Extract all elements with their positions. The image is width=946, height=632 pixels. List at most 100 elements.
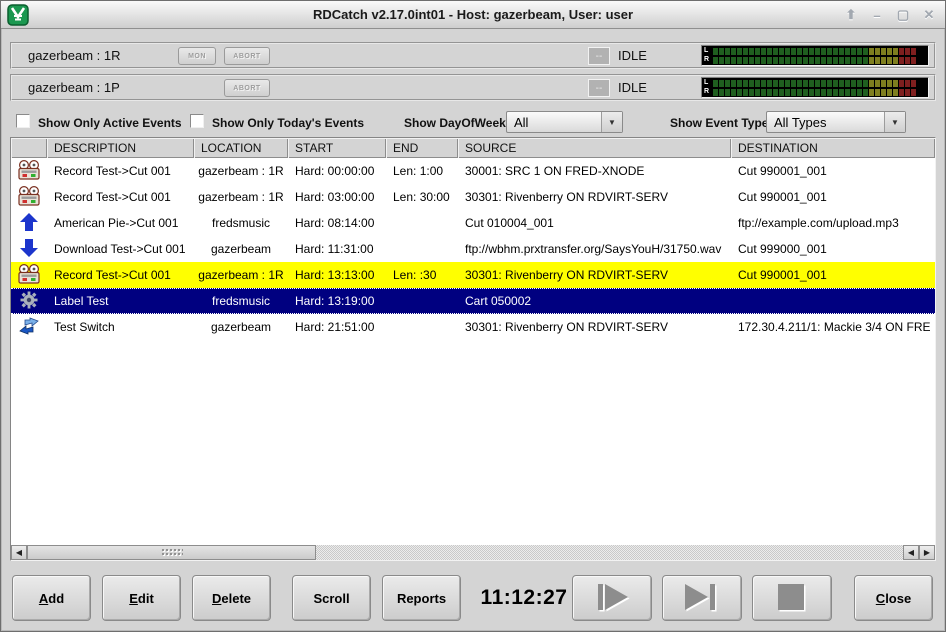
maximize-button[interactable]: ▢ (895, 7, 911, 23)
scroll-button[interactable]: Scroll (292, 575, 371, 621)
meter-channel-label: L (704, 47, 713, 55)
add-button[interactable]: Add (12, 575, 91, 621)
abort-button[interactable]: ABORT (224, 79, 270, 97)
meter-segment-green (767, 48, 772, 55)
column-header-start[interactable]: START (288, 138, 386, 158)
meter-segment-yellow (869, 89, 874, 96)
meter-segment-green (815, 89, 820, 96)
delete-button[interactable]: Delete (192, 575, 271, 621)
cell-destination: Cut 990001_001 (731, 164, 935, 178)
meter-channel-label: L (704, 79, 713, 87)
cell-start: Hard: 13:19:00 (288, 294, 386, 308)
scroll-right-button[interactable]: ▶ (919, 545, 935, 560)
edit-button[interactable]: Edit (102, 575, 181, 621)
table-row[interactable]: Label TestfredsmusicHard: 13:19:00Cart 0… (11, 288, 935, 314)
meter-segment-green (737, 80, 742, 87)
table-row[interactable]: Record Test->Cut 001gazerbeam : 1RHard: … (11, 158, 935, 184)
meter-segment-green (719, 57, 724, 64)
chevron-down-icon: ▼ (601, 112, 622, 132)
meter-segment-green (785, 89, 790, 96)
column-header-location[interactable]: LOCATION (194, 138, 288, 158)
play-start-button[interactable] (572, 575, 652, 621)
minimize-button[interactable]: – (869, 8, 885, 23)
column-header-description[interactable]: DESCRIPTION (47, 138, 194, 158)
cell-start: Hard: 13:13:00 (288, 268, 386, 282)
meter-segment-green (827, 80, 832, 87)
meter-segment-green (791, 48, 796, 55)
record-icon (18, 160, 40, 183)
scroll-left-button[interactable]: ◀ (903, 545, 919, 560)
meter-segment-red (905, 89, 910, 96)
dayofweek-select[interactable]: All ▼ (506, 111, 623, 133)
scroll-left-button[interactable]: ◀ (11, 545, 27, 560)
cell-destination: Cut 999000_001 (731, 242, 935, 256)
meter-segment-green (851, 48, 856, 55)
stop-button[interactable] (752, 575, 832, 621)
meter-segment-green (857, 89, 862, 96)
meter-segment-green (731, 89, 736, 96)
abort-button[interactable]: ABORT (224, 47, 270, 65)
close-window-button[interactable]: ✕ (921, 7, 937, 23)
deck-event-chip: -- (588, 47, 610, 65)
meter-segment-green (839, 48, 844, 55)
meter-segment-green (749, 57, 754, 64)
play-next-button[interactable] (662, 575, 742, 621)
meter-segment-green (815, 57, 820, 64)
monitor-button[interactable]: MON (178, 47, 216, 65)
meter-segment-green (737, 89, 742, 96)
meter-segment-green (821, 80, 826, 87)
meter-segment-green (803, 80, 808, 87)
cell-description: Record Test->Cut 001 (47, 190, 194, 204)
meter-segment-green (809, 48, 814, 55)
record-deck-panel: gazerbeam : 1R MON ABORT -- IDLE LR (10, 42, 936, 69)
table-row[interactable]: Record Test->Cut 001gazerbeam : 1RHard: … (11, 184, 935, 210)
horizontal-scrollbar[interactable]: ◀ ◀ ▶ (11, 545, 935, 560)
meter-segment-green (833, 57, 838, 64)
meter-segment-red (905, 48, 910, 55)
meter-segment-green (725, 89, 730, 96)
cell-destination: ftp://example.com/upload.mp3 (731, 216, 935, 230)
meter-segment-green (725, 57, 730, 64)
meter-segment-green (749, 89, 754, 96)
cell-description: American Pie->Cut 001 (47, 216, 194, 230)
deck-status: IDLE (618, 48, 647, 63)
close-button[interactable]: Close (854, 575, 933, 621)
reports-button[interactable]: Reports (382, 575, 461, 621)
cell-destination: Cut 990001_001 (731, 190, 935, 204)
column-header-end[interactable]: END (386, 138, 458, 158)
eventtype-select[interactable]: All Types ▼ (766, 111, 906, 133)
cell-source: Cart 050002 (458, 294, 731, 308)
scrollbar-thumb[interactable] (27, 545, 316, 560)
meter-segment-red (905, 80, 910, 87)
cell-end: Len: :30 (386, 268, 458, 282)
scrollbar-track[interactable] (316, 545, 903, 560)
meter-segment-green (755, 57, 760, 64)
meter-segment-green (797, 57, 802, 64)
meter-segment-green (713, 89, 718, 96)
meter-segment-yellow (881, 48, 886, 55)
meter-segment-green (767, 89, 772, 96)
table-row[interactable]: American Pie->Cut 001fredsmusicHard: 08:… (11, 210, 935, 236)
table-row[interactable]: Download Test->Cut 001gazerbeamHard: 11:… (11, 236, 935, 262)
meter-segment-green (803, 48, 808, 55)
column-header-source[interactable]: SOURCE (458, 138, 731, 158)
meter-segment-green (719, 48, 724, 55)
meter-segment-green (767, 57, 772, 64)
titlebar[interactable]: RDCatch v2.17.0int01 - Host: gazerbeam, … (1, 1, 945, 29)
meter-segment-green (845, 89, 850, 96)
show-today-checkbox[interactable] (190, 114, 204, 128)
cell-start: Hard: 21:51:00 (288, 320, 386, 334)
meter-segment-green (797, 80, 802, 87)
meter-segment-green (809, 80, 814, 87)
meter-segment-yellow (881, 80, 886, 87)
meter-segment-green (809, 89, 814, 96)
table-row[interactable]: Test SwitchgazerbeamHard: 21:51:0030301:… (11, 314, 935, 340)
table-row[interactable]: Record Test->Cut 001gazerbeam : 1RHard: … (11, 262, 935, 288)
shade-button[interactable]: ⬆ (843, 7, 859, 23)
column-header-icon[interactable] (11, 138, 47, 158)
column-header-destination[interactable]: DESTINATION (731, 138, 935, 158)
meter-segment-yellow (869, 48, 874, 55)
show-active-checkbox[interactable] (16, 114, 30, 128)
meter-segment-yellow (881, 89, 886, 96)
cell-source: 30301: Rivenberry ON RDVIRT-SERV (458, 190, 731, 204)
